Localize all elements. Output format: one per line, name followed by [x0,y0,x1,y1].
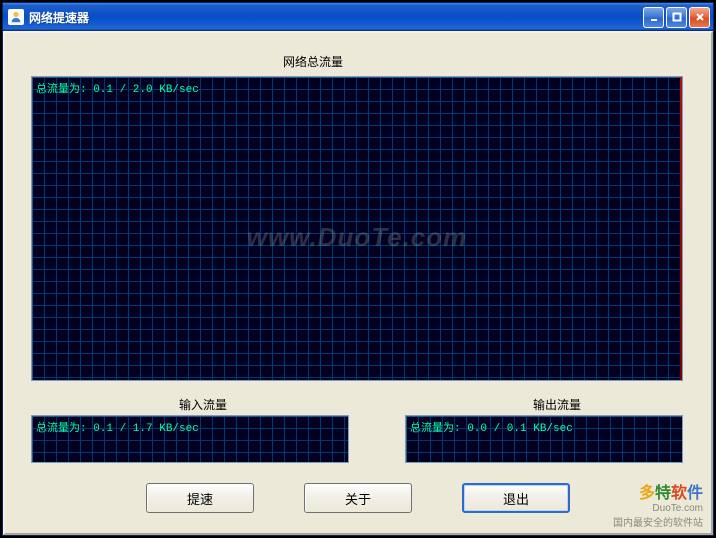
readout-total: 总流量为: 0.1 / 2.0 KB/sec [36,80,199,96]
label-output-traffic: 输出流量 [533,396,581,413]
readout-input: 总流量为: 0.1 / 1.7 KB/sec [36,419,199,435]
about-button[interactable]: 关于 [304,483,412,513]
label-total-traffic: 网络总流量 [283,53,343,70]
titlebar[interactable]: 网络提速器 [3,3,713,31]
app-window: 网络提速器 网络总流量 总流量为: 0.1 / 2.0 KB/sec www.D… [2,2,714,536]
watermark-text: www.DuoTe.com [32,222,682,253]
graph-input-traffic: 总流量为: 0.1 / 1.7 KB/sec [31,415,349,463]
brand-tagline: 国内最安全的软件站 [613,514,703,529]
readout-output: 总流量为: 0.0 / 0.1 KB/sec [410,419,573,435]
label-input-traffic: 输入流量 [179,396,227,413]
client-area: 网络总流量 总流量为: 0.1 / 2.0 KB/sec www.DuoTe.c… [3,31,713,535]
exit-button[interactable]: 退出 [462,483,570,513]
graph-total-traffic: 总流量为: 0.1 / 2.0 KB/sec www.DuoTe.com [31,76,683,381]
brand-logo: 多特软件 [613,479,703,503]
app-icon [8,9,24,25]
button-row: 提速 关于 退出 [5,483,711,513]
maximize-button[interactable] [666,7,687,28]
brand-url: DuoTe.com [613,503,703,514]
minimize-button[interactable] [643,7,664,28]
graph-output-traffic: 总流量为: 0.0 / 0.1 KB/sec [405,415,683,463]
window-controls [643,7,710,28]
close-button[interactable] [689,7,710,28]
brand-watermark: 多特软件 DuoTe.com 国内最安全的软件站 [613,479,703,529]
window-title: 网络提速器 [29,9,643,26]
speedup-button[interactable]: 提速 [146,483,254,513]
